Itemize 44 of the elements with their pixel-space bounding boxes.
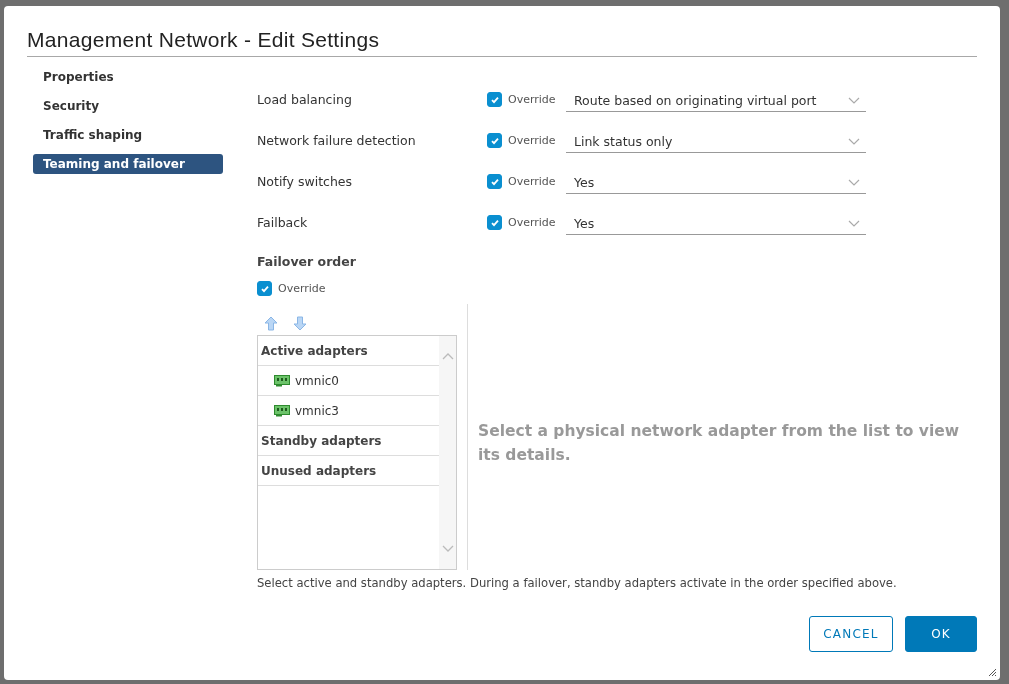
dropdown[interactable]: Link status only [566,134,866,153]
checkmark-icon [489,176,500,187]
resize-grip-icon[interactable] [988,668,997,677]
checkmark-icon [489,135,500,146]
setting-label: Load balancing [257,92,353,107]
adapter-item[interactable]: vmnic3 [258,396,439,426]
arrow-down-icon[interactable] [293,316,307,331]
override-label: Override [508,93,557,106]
help-text: Select active and standby adapters. During a failover, standby adapters activate in the order specified above. [257,576,898,590]
checkmark-icon [259,283,270,294]
dropdown[interactable]: Yes [566,216,866,235]
section-heading: Failover order [257,254,357,269]
nav-item[interactable]: Properties [33,67,223,87]
dropdown[interactable]: Yes [566,175,866,194]
setting-label: Failback [257,215,309,230]
chevron-icon [848,179,860,186]
override-label: Override [508,175,557,188]
setting-label: Network failure detection [257,133,417,148]
checkmark-icon [489,94,500,105]
nav-item[interactable]: Teaming and failover [33,154,223,174]
override-checkbox[interactable] [257,281,272,296]
cancel-button[interactable]: CANCEL [809,616,893,652]
override-checkbox[interactable] [487,133,502,148]
override-checkbox[interactable] [487,174,502,189]
override-checkbox[interactable] [487,92,502,107]
override-label: Override [508,216,557,229]
chevron-icon [848,220,860,227]
chevron-icon [848,138,860,145]
dialog-title: Management Network - Edit Settings [27,28,977,57]
details-hint: Select a physical network adapter from the list to view its details. [478,421,961,466]
override-label: Override [278,282,327,295]
network-card-icon [274,404,290,417]
setting-label: Notify switches [257,174,354,189]
network-card-icon [274,374,290,387]
adapter-item[interactable]: vmnic0 [258,366,439,396]
override-label: Override [508,134,557,147]
arrow-up-icon[interactable] [264,316,278,331]
chevron-icon [848,97,860,104]
nav-item[interactable]: Security [33,96,223,116]
override-checkbox[interactable] [487,215,502,230]
dropdown[interactable]: Route based on originating virtual port [566,93,866,112]
checkmark-icon [489,217,500,228]
nav-item[interactable]: Traffic shaping [33,125,223,145]
ok-button[interactable]: OK [905,616,977,652]
